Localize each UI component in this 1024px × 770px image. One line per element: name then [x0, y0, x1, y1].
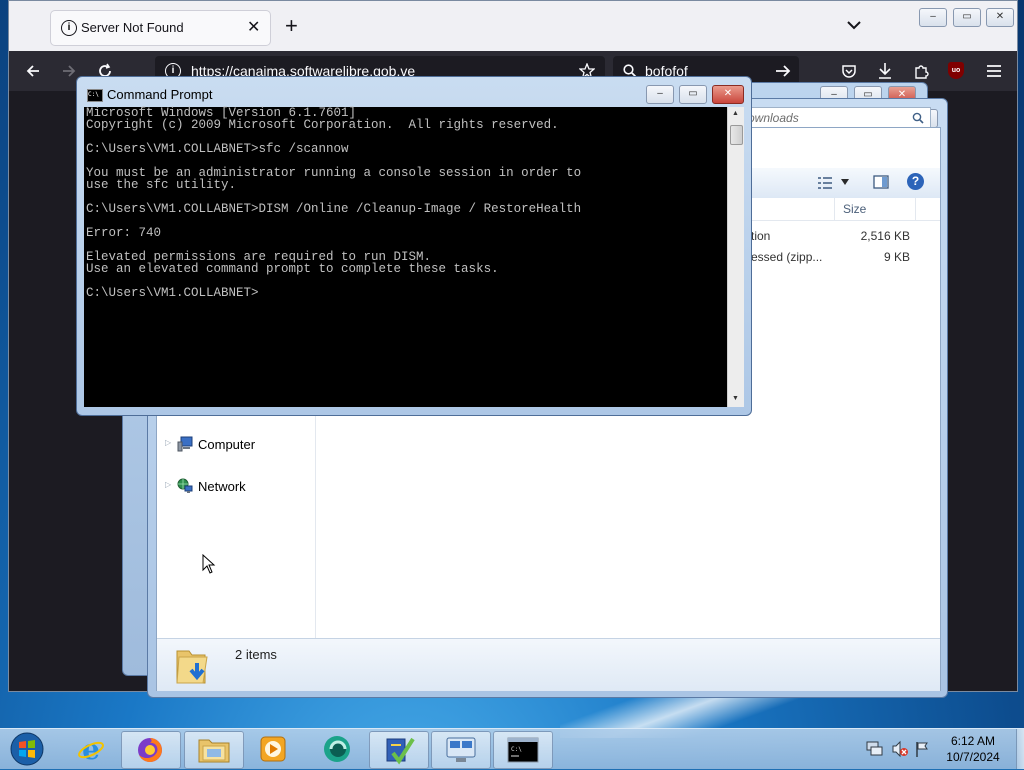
hamburger-menu-icon[interactable] [986, 64, 1002, 78]
back-arrow-icon[interactable] [25, 63, 41, 79]
chevron-down-icon [847, 21, 861, 30]
pocket-icon[interactable] [841, 63, 857, 79]
file-size: 2,516 KB [860, 229, 910, 243]
console-scrollbar[interactable]: ▲ ▼ [727, 107, 744, 407]
taskbar-file-explorer[interactable] [184, 731, 244, 769]
console-output: Microsoft Windows [Version 6.1.7601] Cop… [86, 106, 582, 300]
command-prompt-title: Command Prompt [107, 87, 213, 102]
ublock-origin-icon[interactable]: uo [948, 62, 964, 79]
cmd-minimize-button[interactable]: – [646, 85, 674, 104]
view-options-icon[interactable] [817, 176, 833, 190]
go-arrow-icon[interactable] [775, 64, 791, 78]
taskbar-command-prompt[interactable]: C:\ [493, 731, 553, 769]
checklist-app-icon [386, 737, 415, 765]
firefox-minimize-button[interactable]: – [919, 8, 947, 27]
taskbar-firefox[interactable] [121, 731, 181, 769]
nav-item-computer[interactable]: ▷ Computer [165, 434, 285, 456]
firefox-tab-bar: i Server Not Found ✕ + – ▭ ✕ [9, 1, 1017, 51]
file-type: essed (zipp... [751, 250, 823, 264]
console-output-area[interactable]: Microsoft Windows [Version 6.1.7601] Cop… [84, 107, 727, 407]
taskbar-app-teal[interactable] [308, 731, 366, 767]
file-size: 9 KB [883, 250, 910, 264]
downloads-folder-icon [176, 650, 208, 684]
taskbar: e C:\ 6:12 AM 10/7/2024 [0, 728, 1024, 769]
tab-close-button[interactable]: ✕ [247, 17, 260, 37]
tab-list-button[interactable] [847, 17, 861, 33]
nav-item-network[interactable]: ▷ Network [165, 476, 285, 498]
command-prompt-window: C:\ Command Prompt – ▭ ✕ Microsoft Windo… [76, 76, 752, 416]
clock-date: 10/7/2024 [946, 750, 1000, 764]
start-button[interactable] [8, 731, 46, 767]
cmd-close-button[interactable]: ✕ [712, 85, 744, 104]
firefox-maximize-button[interactable]: ▭ [953, 8, 981, 27]
info-icon: i [61, 20, 77, 36]
firefox-close-button[interactable]: ✕ [986, 8, 1014, 27]
new-tab-button[interactable]: + [285, 15, 298, 37]
network-icon [177, 478, 193, 493]
firefox-icon [138, 738, 162, 762]
scroll-down-icon[interactable]: ▼ [732, 395, 739, 402]
scroll-up-icon[interactable]: ▲ [732, 110, 739, 117]
flag-icon[interactable] [914, 740, 930, 758]
system-clock[interactable]: 6:12 AM 10/7/2024 [930, 733, 1016, 765]
expand-arrow-icon[interactable]: ▷ [165, 480, 171, 489]
column-divider [834, 198, 835, 220]
svg-text:C:\: C:\ [511, 746, 522, 753]
explorer-search-placeholder: ownloads [748, 111, 799, 125]
taskbar-media-player[interactable] [244, 731, 302, 767]
network-settings-icon [446, 737, 476, 762]
file-type: tion [751, 229, 771, 243]
preview-pane-icon[interactable] [873, 174, 889, 190]
clock-time: 6:12 AM [950, 734, 996, 748]
tab-title: Server Not Found [81, 20, 184, 35]
computer-icon [177, 436, 193, 452]
nav-item-label: Computer [198, 437, 256, 452]
extensions-icon[interactable] [913, 62, 929, 80]
mouse-cursor-icon [202, 554, 216, 574]
size-column-header[interactable]: Size [843, 202, 866, 216]
volume-muted-icon[interactable] [891, 740, 909, 758]
internet-explorer-icon: e [78, 734, 104, 764]
command-prompt-taskbar-icon: C:\ [507, 737, 539, 763]
tab-server-not-found[interactable]: i Server Not Found ✕ [51, 11, 270, 45]
forward-arrow-icon[interactable] [61, 63, 77, 79]
expand-arrow-icon[interactable]: ▷ [165, 438, 171, 447]
cmd-maximize-button[interactable]: ▭ [679, 85, 707, 104]
scrollbar-thumb[interactable] [730, 125, 743, 145]
search-icon[interactable] [912, 112, 924, 124]
show-desktop-button[interactable] [1016, 729, 1024, 769]
explorer-status-bar: 2 items [157, 638, 940, 691]
help-icon[interactable]: ? [907, 173, 924, 190]
file-explorer-folder-icon [198, 739, 230, 763]
command-prompt-icon: C:\ [87, 89, 103, 102]
download-icon[interactable] [877, 62, 893, 80]
action-center-icon[interactable] [866, 741, 884, 757]
nav-item-label: Network [198, 479, 246, 494]
chevron-down-icon[interactable] [841, 179, 849, 185]
taskbar-internet-explorer[interactable]: e [62, 731, 120, 767]
windows-start-orb-icon [10, 732, 44, 766]
media-player-icon [260, 736, 286, 762]
column-divider [915, 198, 916, 220]
item-count-text: 2 items [235, 647, 277, 662]
taskbar-app-network[interactable] [431, 731, 491, 769]
taskbar-app-checklist[interactable] [369, 731, 429, 769]
svg-text:e: e [82, 734, 100, 764]
teal-app-icon [324, 736, 350, 762]
